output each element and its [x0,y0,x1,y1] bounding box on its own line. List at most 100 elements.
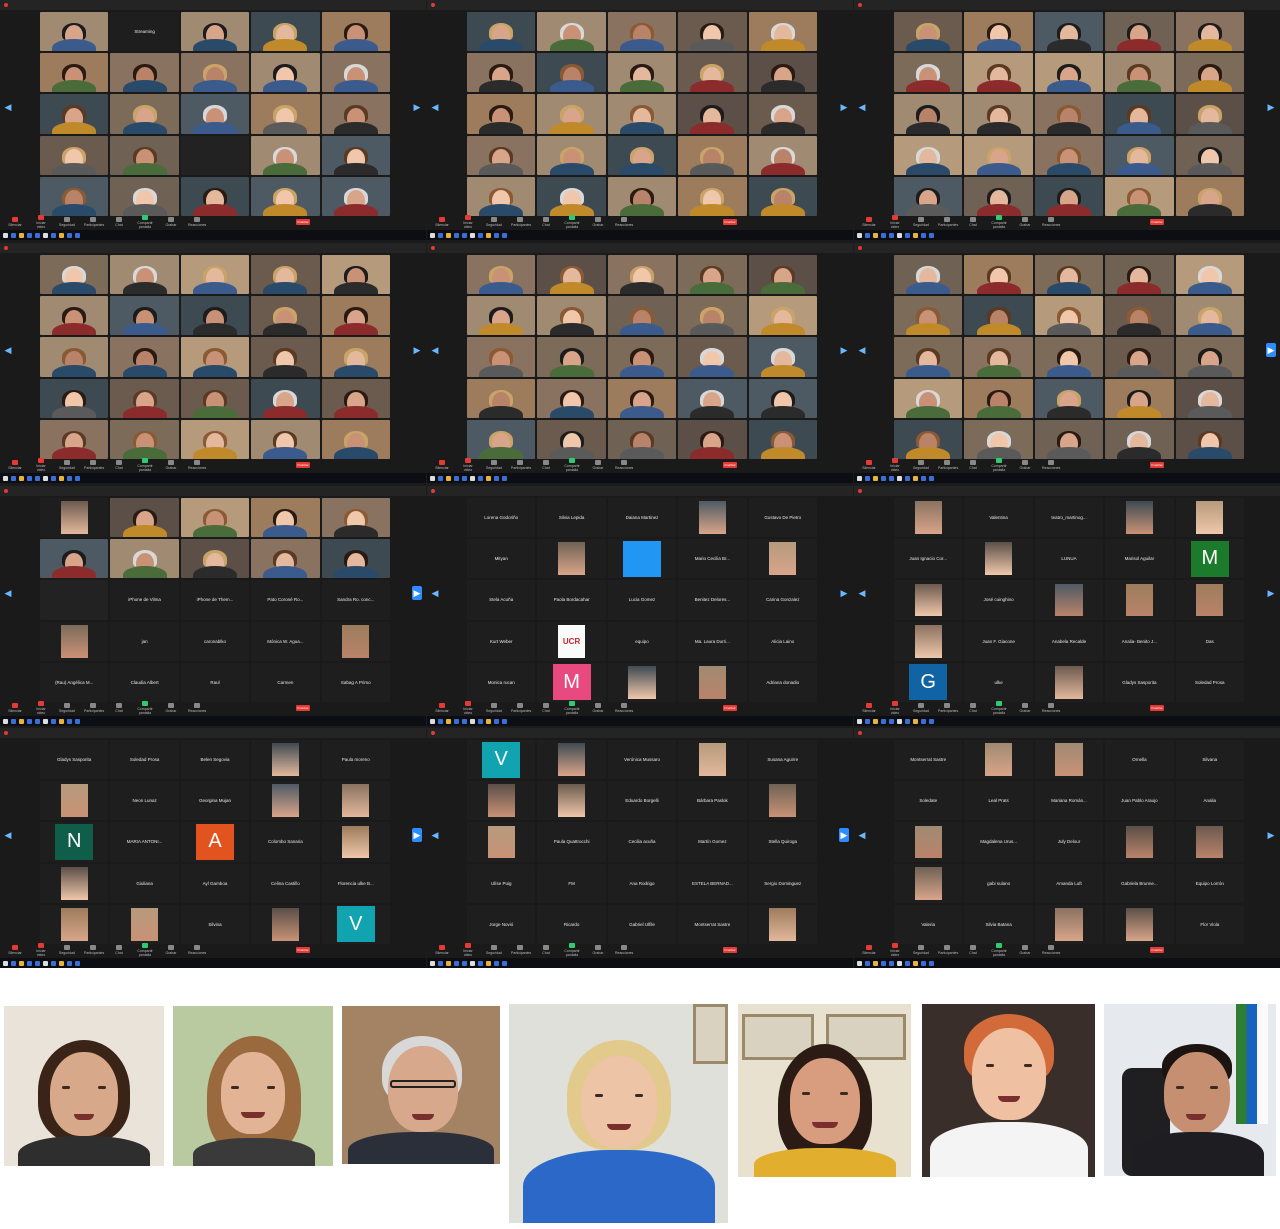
taskbar-app-icon[interactable] [27,960,32,966]
toolbar-button[interactable]: Compartir pantalla [990,215,1008,229]
participant-name-tile[interactable]: Kurt Weber [467,621,536,661]
toolbar-button[interactable]: Reacciones [188,703,206,713]
participant-video-tile[interactable] [321,337,390,377]
participant-video-tile[interactable] [748,419,817,459]
participant-video-tile[interactable] [251,498,320,538]
participant-name-tile[interactable]: Ma. Laura Durri... [678,621,747,661]
taskbar-app-icon[interactable] [502,960,507,966]
participant-video-tile[interactable] [321,255,390,295]
participant-name-tile[interactable]: Colombo Sanaria [251,822,320,862]
participant-video-tile[interactable] [467,419,536,459]
toolbar-button[interactable]: Seguridad [58,460,76,470]
participant-video-tile[interactable] [537,94,606,134]
participant-name-tile[interactable]: ESTELA BERNAD... [678,863,747,903]
next-page-arrow-icon[interactable]: ▶ [1266,343,1276,357]
toolbar-button[interactable]: Silenciar [860,703,878,713]
taskbar-app-icon[interactable] [67,475,72,481]
taskbar-app-icon[interactable] [430,475,435,481]
taskbar-app-icon[interactable] [438,475,443,481]
previous-page-arrow-icon[interactable]: ◀ [430,828,440,842]
participant-name-tile[interactable]: Gustavo De Pietro [748,498,817,538]
participant-video-tile[interactable] [180,12,250,52]
participant-name-tile[interactable]: Silvia Lepida [537,498,606,538]
participant-name-tile[interactable]: Gabriela Brunne... [1105,863,1174,903]
taskbar-app-icon[interactable] [3,718,8,724]
participant-avatar-tile[interactable]: A [180,822,250,862]
taskbar-app-icon[interactable] [75,718,80,724]
toolbar-button[interactable]: Silenciar [433,703,451,713]
toolbar-button[interactable]: Silenciar [6,217,24,227]
toolbar-button[interactable]: Seguridad [58,217,76,227]
taskbar-app-icon[interactable] [865,232,870,238]
participant-video-tile[interactable] [1034,53,1104,93]
toolbar-button[interactable]: Grabar [162,945,180,955]
participant-profile-picture-tile[interactable] [1034,580,1104,620]
taskbar-app-icon[interactable] [51,475,56,481]
participant-video-tile[interactable] [607,135,677,175]
participant-name-tile[interactable]: Silvana [1175,740,1244,780]
participant-video-tile[interactable] [894,419,963,459]
participant-video-tile[interactable] [678,53,747,93]
participant-profile-picture-tile[interactable] [40,621,109,661]
taskbar-app-icon[interactable] [494,475,499,481]
participant-video-tile[interactable] [964,176,1033,216]
participant-video-tile[interactable] [537,53,606,93]
taskbar-app-icon[interactable] [486,232,491,238]
taskbar-app-icon[interactable] [897,960,902,966]
participant-profile-picture-tile[interactable] [1105,904,1174,944]
participant-profile-picture-tile[interactable] [894,863,963,903]
participant-name-tile[interactable]: Gabriel Ulfile [607,904,677,944]
participant-video-tile[interactable] [110,255,179,295]
participant-profile-picture-tile[interactable] [894,621,963,661]
participant-name-tile[interactable]: Carina Gonzalez [748,580,817,620]
toolbar-button[interactable]: Seguridad [912,460,930,470]
participant-name-tile[interactable]: iPhone de Them... [180,580,250,620]
participant-video-tile[interactable] [537,12,606,52]
toolbar-button[interactable]: Chat [110,217,128,227]
taskbar-app-icon[interactable] [59,960,64,966]
toolbar-button[interactable]: Grabar [1016,703,1034,713]
taskbar-app-icon[interactable] [43,475,48,481]
participant-name-tile[interactable]: Raul [180,662,250,702]
participant-video-tile[interactable] [180,498,250,538]
participant-profile-picture-tile[interactable] [537,740,606,780]
taskbar-app-icon[interactable] [454,475,459,481]
participant-video-tile[interactable] [607,176,677,216]
participant-name-tile[interactable]: gabi sulano [964,863,1033,903]
taskbar-app-icon[interactable] [905,960,910,966]
participant-profile-picture-tile[interactable] [467,781,536,821]
toolbar-button[interactable]: Compartir pantalla [563,943,581,957]
taskbar-app-icon[interactable] [865,960,870,966]
participant-name-tile[interactable]: Sandra Ro. conc... [321,580,390,620]
taskbar-app-icon[interactable] [11,960,16,966]
participant-video-tile[interactable] [180,539,250,579]
taskbar-app-icon[interactable] [502,232,507,238]
taskbar-app-icon[interactable] [905,718,910,724]
participant-video-tile[interactable] [110,135,179,175]
participant-name-tile[interactable]: July Delour [1034,822,1104,862]
participant-name-tile[interactable]: Benitez Delores... [678,580,747,620]
taskbar-app-icon[interactable] [929,718,934,724]
participant-name-tile[interactable]: Magdalena Urus... [964,822,1033,862]
participant-name-tile[interactable]: Bárbara Paslok [678,781,747,821]
participant-name-tile[interactable]: Mityan [467,539,536,579]
participant-video-tile[interactable] [748,176,817,216]
participant-name-tile[interactable]: Flor Viola [1175,904,1244,944]
toolbar-button[interactable]: Grabar [1016,217,1034,227]
participant-name-tile[interactable]: FM [537,863,606,903]
taskbar-app-icon[interactable] [51,718,56,724]
taskbar-app-icon[interactable] [929,960,934,966]
toolbar-button[interactable]: Participantes [511,945,531,955]
participant-video-tile[interactable] [1034,12,1104,52]
taskbar-app-icon[interactable] [897,232,902,238]
participant-video-tile[interactable] [537,135,606,175]
previous-page-arrow-icon[interactable]: ◀ [857,100,867,114]
toolbar-button[interactable]: Grabar [162,460,180,470]
participant-video-tile[interactable] [180,419,250,459]
participant-name-tile[interactable]: Stela Acuña [467,580,536,620]
toolbar-button[interactable]: Reacciones [615,703,633,713]
participant-video-tile[interactable] [110,296,179,336]
toolbar-button[interactable]: Participantes [84,217,104,227]
taskbar-app-icon[interactable] [881,232,886,238]
participant-name-tile[interactable]: Valentina [964,498,1033,538]
